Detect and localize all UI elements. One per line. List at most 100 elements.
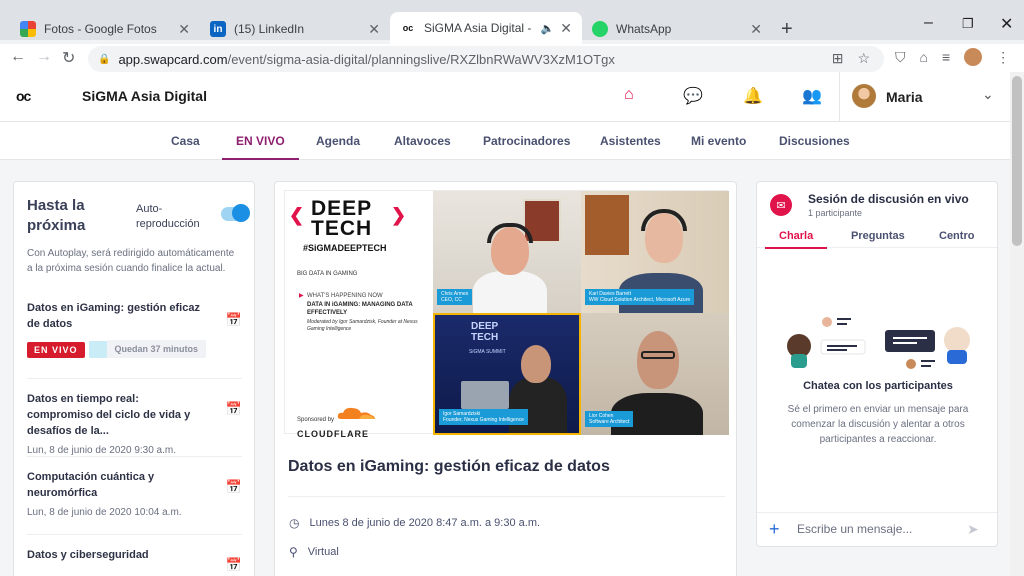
page-scrollbar[interactable] <box>1010 72 1024 576</box>
event-promo-graphic: ❮ DEEP TECH ❯ #SiGMADEEPTECH BIG DATA IN … <box>285 191 433 439</box>
home-icon[interactable]: ⌂ <box>624 86 634 104</box>
browser-toolbar: ← → ↻ 🔒 app.swapcard.com/event/sigma-asi… <box>0 44 1024 72</box>
list-item[interactable]: Computación cuántica y neuromórfica Lun,… <box>27 456 242 518</box>
chat-bubbles-icon[interactable]: 💬 <box>683 86 703 106</box>
list-item[interactable]: Datos en tiempo real: compromiso del cic… <box>27 378 242 456</box>
progress-bar <box>88 340 107 358</box>
bookmark-star-icon[interactable]: ☆ <box>857 50 870 67</box>
extension-icon[interactable]: ⌂ <box>920 49 928 65</box>
tab-agenda[interactable]: Agenda <box>316 134 360 148</box>
participant-video-1: Chris Armes CEO, CC <box>433 191 581 313</box>
participant-label: Karl Davies Barrett WW Cloud Solution Arc… <box>585 289 695 305</box>
empty-chat-description: Sé el primero en enviar un mensaje para … <box>787 404 969 445</box>
avatar <box>852 84 876 108</box>
session-title: Datos en iGaming: gestión eficaz de dato… <box>288 458 610 475</box>
glasses <box>641 351 675 359</box>
whatsapp-icon <box>592 21 608 37</box>
browser-tab-google-photos[interactable]: Fotos - Google Fotos ✕ <box>10 14 200 44</box>
close-tab-icon[interactable]: ✕ <box>368 21 380 38</box>
clock-icon: ◷ <box>289 516 300 530</box>
bracket-right-icon: ❯ <box>391 205 407 225</box>
brand-bottom: TECH <box>311 217 373 240</box>
hashtag: #SiGMADEEPTECH <box>303 243 387 253</box>
event-name[interactable]: SiGMA Asia Digital <box>82 88 207 104</box>
close-tab-icon[interactable]: ✕ <box>178 21 190 38</box>
address-bar[interactable]: 🔒 app.swapcard.com/event/sigma-asia-digi… <box>88 46 884 72</box>
divider <box>288 496 725 497</box>
location-pin-icon: ⚲ <box>289 545 298 559</box>
participant-label: Igor Samardziski Founder, Nexus Gaming In… <box>439 409 528 425</box>
add-to-calendar-icon[interactable]: 📅 <box>226 479 242 495</box>
message-input[interactable]: Escribe un mensaje... <box>797 522 912 536</box>
close-window-icon[interactable]: ✕ <box>1000 14 1013 34</box>
user-name: Maria <box>886 89 923 105</box>
list-item[interactable]: Datos y ciberseguridad 📅 <box>27 534 242 572</box>
tab-altavoces[interactable]: Altavoces <box>394 134 451 148</box>
cloudflare-cloud-icon <box>337 407 375 419</box>
swapcard-icon: oc <box>402 23 414 33</box>
chat-icon: ✉ <box>770 194 792 216</box>
browser-tab-swapcard[interactable]: oc SiGMA Asia Digital - Meet th 🔈 ✕ <box>390 12 582 44</box>
bell-icon[interactable]: 🔔 <box>743 86 763 106</box>
participant-video-4: Lior Cohen Software Architect <box>581 313 729 435</box>
tab-centro[interactable]: Centro <box>939 230 974 242</box>
google-photos-icon <box>20 21 36 37</box>
participant-video-2: Karl Davies Barrett WW Cloud Solution Arc… <box>581 191 729 313</box>
track-label: BIG DATA IN GAMING <box>297 271 358 277</box>
video-player[interactable]: ❮ DEEP TECH ❯ #SiGMADEEPTECH BIG DATA IN … <box>284 190 729 439</box>
tab-casa[interactable]: Casa <box>171 134 200 148</box>
chevron-down-icon: ⌄ <box>982 86 994 102</box>
profile-avatar[interactable] <box>964 48 983 66</box>
reload-icon[interactable]: ↻ <box>62 48 75 68</box>
browser-tab-linkedin[interactable]: in (15) LinkedIn ✕ <box>200 14 390 44</box>
discussion-title: Sesión de discusión en vivo <box>808 192 969 206</box>
play-marker-icon: ▶ <box>299 293 304 299</box>
swapcard-logo[interactable]: oc <box>16 88 31 104</box>
autoplay-label: Auto-reproducción <box>136 203 200 230</box>
more-menu-icon[interactable]: ⋮ <box>996 49 1010 66</box>
browser-tab-whatsapp[interactable]: WhatsApp ✕ <box>582 14 772 44</box>
sponsored-by-label: Sponsored by <box>297 417 335 423</box>
app-header: oc SiGMA Asia Digital ⌂ 💬 🔔 👥 Maria ⌄ <box>0 72 1010 122</box>
tab-patrocinadores[interactable]: Patrocinadores <box>483 134 570 148</box>
add-to-calendar-icon[interactable]: 📅 <box>226 557 242 573</box>
sponsor-logo: CLOUDFLARE <box>297 429 369 439</box>
forward-icon[interactable]: → <box>36 48 52 66</box>
participant-label: Chris Armes CEO, CC <box>437 289 473 305</box>
send-icon[interactable]: ➤ <box>967 521 979 538</box>
tab-preguntas[interactable]: Preguntas <box>851 230 905 242</box>
list-item[interactable]: Datos en iGaming: gestión eficaz de dato… <box>27 300 242 359</box>
toggle-knob <box>232 204 250 222</box>
participant-label: Lior Cohen Software Architect <box>585 411 634 427</box>
minimize-icon[interactable]: – <box>924 14 933 32</box>
chat-tabs: Charla Preguntas Centro <box>757 226 997 249</box>
back-icon[interactable]: ← <box>10 48 26 66</box>
people-icon[interactable]: 👥 <box>802 86 822 106</box>
close-tab-icon[interactable]: ✕ <box>750 21 762 38</box>
new-tab-icon[interactable]: + <box>781 18 793 41</box>
live-badge: EN VIVO <box>27 342 85 359</box>
bracket-left-icon: ❮ <box>289 205 305 225</box>
autoplay-toggle[interactable] <box>221 204 250 222</box>
add-to-calendar-icon[interactable]: 📅 <box>226 401 242 417</box>
tab-mi-evento[interactable]: Mi evento <box>691 134 746 148</box>
speaker-icon: 🔈 <box>540 22 555 35</box>
tab-charla[interactable]: Charla <box>764 230 828 249</box>
up-next-panel: Hasta la próxima Auto-reproducción Con A… <box>13 181 255 576</box>
playlist-icon[interactable]: ≡ <box>942 49 950 65</box>
scrollbar-thumb[interactable] <box>1012 76 1022 246</box>
time-remaining: Quedan 37 minutos <box>106 340 207 358</box>
session-location: ⚲ Virtual <box>289 545 339 559</box>
add-attachment-icon[interactable]: + <box>769 519 780 540</box>
page-viewport: oc SiGMA Asia Digital ⌂ 💬 🔔 👥 Maria ⌄ Ca… <box>0 72 1010 576</box>
shield-extension-icon[interactable]: ⛉ <box>895 49 906 66</box>
close-tab-icon[interactable]: ✕ <box>560 20 572 37</box>
tab-discusiones[interactable]: Discusiones <box>779 134 850 148</box>
live-session-panel: ❮ DEEP TECH ❯ #SiGMADEEPTECH BIG DATA IN … <box>274 181 737 576</box>
tab-en-vivo[interactable]: EN VIVO <box>222 134 299 160</box>
tab-asistentes[interactable]: Asistentes <box>600 134 661 148</box>
user-menu[interactable]: Maria ⌄ <box>839 72 1010 122</box>
translate-icon[interactable]: ⊞ <box>832 50 844 67</box>
add-to-calendar-icon[interactable]: 📅 <box>226 312 242 328</box>
restore-icon[interactable]: ❐ <box>962 16 974 32</box>
